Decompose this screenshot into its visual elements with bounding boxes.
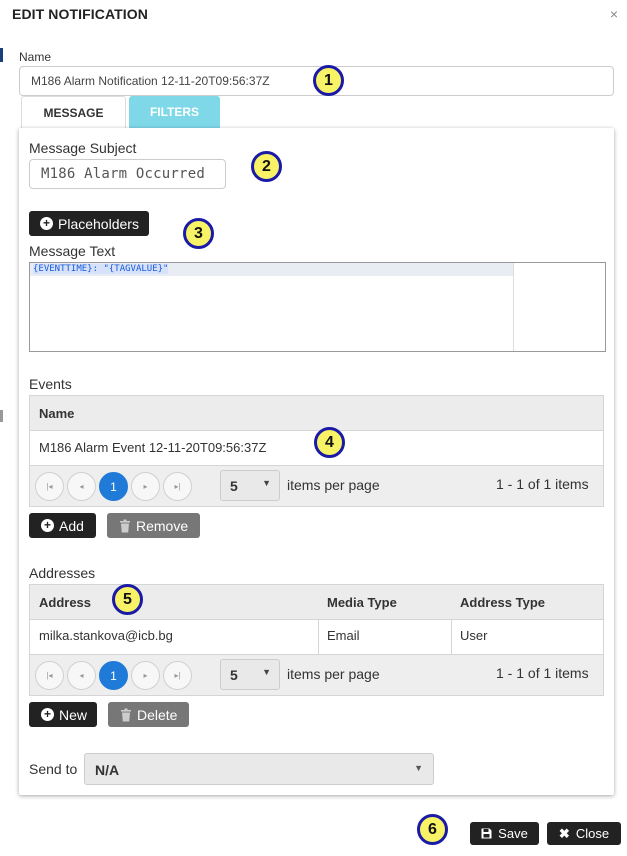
remove-button-label: Remove [136, 517, 189, 534]
chevron-down-icon: ▼ [262, 667, 271, 677]
page-size-value: 5 [230, 478, 238, 494]
column-header-address-type[interactable]: Address Type [460, 585, 545, 620]
column-header-media-type[interactable]: Media Type [327, 585, 397, 620]
close-button-label: Close [575, 826, 610, 841]
close-button[interactable]: ✖ Close [547, 822, 621, 845]
tab-message[interactable]: MESSAGE [21, 96, 126, 129]
events-grid-header: Name [30, 396, 603, 431]
last-page-button[interactable]: ▸| [163, 472, 192, 501]
placeholders-button-label: Placeholders [58, 215, 139, 232]
chevron-down-icon: ▼ [262, 478, 271, 488]
remove-event-button[interactable]: Remove [107, 513, 201, 538]
dialog-title: EDIT NOTIFICATION [12, 6, 148, 22]
events-pager: |◂ ◂ 1 ▸ ▸| 5 ▼ items per page 1 - 1 of … [30, 465, 603, 506]
delete-address-button[interactable]: Delete [108, 702, 190, 727]
addresses-label: Addresses [29, 565, 96, 581]
trash-icon [121, 708, 131, 721]
plus-circle-icon: + [41, 519, 54, 532]
items-per-page-label: items per page [287, 666, 380, 682]
prev-page-button[interactable]: ◂ [67, 472, 96, 501]
message-text-editor[interactable]: {EVENTTIME}: "{TAGVALUE}" [29, 262, 606, 352]
background-edge [0, 410, 3, 422]
next-page-button[interactable]: ▸ [131, 661, 160, 690]
page-size-select[interactable]: 5 ▼ [220, 470, 280, 501]
trash-icon [120, 519, 130, 532]
send-to-label: Send to [29, 761, 78, 777]
page-1-button[interactable]: 1 [99, 661, 128, 690]
placeholders-button[interactable]: + Placeholders [29, 211, 149, 236]
callout-badge-6: 6 [417, 814, 448, 845]
save-button[interactable]: Save [470, 822, 539, 845]
plus-circle-icon: + [40, 217, 53, 230]
pager-info: 1 - 1 of 1 items [496, 476, 589, 492]
table-cell-address[interactable]: milka.stankova@icb.bg [39, 628, 173, 643]
close-icon: ✖ [558, 825, 570, 841]
new-address-button[interactable]: + New [29, 702, 98, 727]
send-to-value: N/A [95, 762, 120, 778]
callout-badge-1: 1 [313, 65, 344, 96]
table-row[interactable]: M186 Alarm Event 12-11-20T09:56:37Z [39, 440, 266, 455]
delete-button-label: Delete [137, 706, 178, 723]
tab-filters[interactable]: FILTERS [129, 96, 220, 129]
message-text-label: Message Text [29, 243, 116, 259]
column-divider [318, 620, 319, 654]
column-divider [451, 620, 452, 654]
send-to-select[interactable]: N/A ▼ [84, 753, 434, 785]
callout-badge-5: 5 [112, 584, 143, 615]
first-page-button[interactable]: |◂ [35, 661, 64, 690]
message-subject-input[interactable] [29, 159, 226, 189]
add-event-button[interactable]: + Add [29, 513, 96, 538]
column-header-name[interactable]: Name [39, 396, 74, 431]
events-label: Events [29, 376, 72, 392]
background-edge [0, 48, 3, 62]
new-button-label: New [59, 706, 88, 723]
first-page-button[interactable]: |◂ [35, 472, 64, 501]
column-header-address[interactable]: Address [39, 585, 91, 620]
next-page-button[interactable]: ▸ [131, 472, 160, 501]
callout-badge-3: 3 [183, 218, 214, 249]
pager-info: 1 - 1 of 1 items [496, 665, 589, 681]
name-label: Name [19, 50, 52, 64]
page-size-select[interactable]: 5 ▼ [220, 659, 280, 690]
message-subject-label: Message Subject [29, 140, 137, 156]
callout-badge-2: 2 [251, 151, 282, 182]
page-size-value: 5 [230, 667, 238, 683]
close-icon[interactable]: × [610, 6, 618, 22]
save-button-label: Save [498, 826, 528, 841]
chevron-down-icon: ▼ [414, 763, 423, 773]
items-per-page-label: items per page [287, 477, 380, 493]
page-1-button[interactable]: 1 [99, 472, 128, 501]
plus-circle-icon: + [41, 708, 54, 721]
callout-badge-4: 4 [314, 427, 345, 458]
message-text-content: {EVENTTIME}: "{TAGVALUE}" [33, 264, 169, 274]
editor-margin [513, 263, 514, 351]
last-page-button[interactable]: ▸| [163, 661, 192, 690]
floppy-disk-icon [481, 828, 492, 839]
add-button-label: Add [59, 517, 84, 534]
prev-page-button[interactable]: ◂ [67, 661, 96, 690]
table-cell-address-type[interactable]: User [460, 628, 487, 643]
table-cell-media-type[interactable]: Email [327, 628, 360, 643]
addresses-pager: |◂ ◂ 1 ▸ ▸| 5 ▼ items per page 1 - 1 of … [30, 654, 603, 695]
